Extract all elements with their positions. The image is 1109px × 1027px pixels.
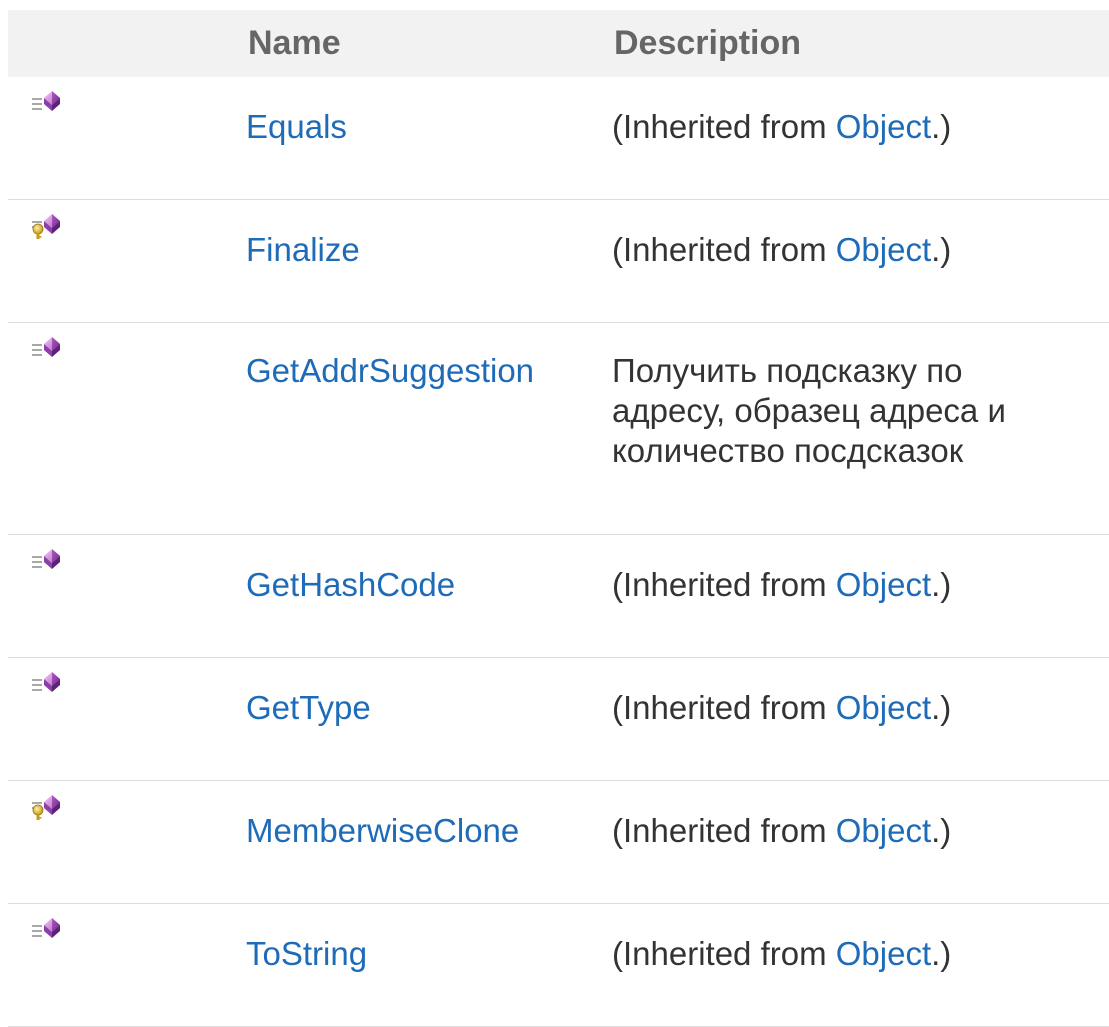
member-link-getaddrsuggestion[interactable]: GetAddrSuggestion [246,352,534,389]
member-description-cell: (Inherited from Object.) [612,535,1109,658]
member-icon-cell [8,904,246,1027]
object-link[interactable]: Object [836,689,931,726]
table-row: ToString (Inherited from Object.) [8,904,1109,1027]
description-text: (Inherited from [612,812,836,849]
member-icon-cell [8,200,246,323]
member-description-cell: (Inherited from Object.) [612,781,1109,904]
table-row: GetHashCode (Inherited from Object.) [8,535,1109,658]
object-link[interactable]: Object [836,566,931,603]
description-suffix: .) [931,935,952,972]
member-description-cell: Получить подсказку по адресу, образец ад… [612,323,1109,535]
member-name-cell: Finalize [246,200,612,323]
member-link-memberwiseclone[interactable]: MemberwiseClone [246,812,519,849]
description-text: Получить подсказку по адресу, образец ад… [612,352,1006,469]
description-suffix: .) [931,566,952,603]
members-table: Name Description Equals (Inherited from … [8,10,1109,1027]
icon-column-header [8,10,246,77]
public-method-icon [32,549,60,569]
name-column-header: Name [248,24,341,62]
member-name-cell: MemberwiseClone [246,781,612,904]
member-link-tostring[interactable]: ToString [246,935,367,972]
member-name-cell: GetHashCode [246,535,612,658]
description-suffix: .) [931,812,952,849]
member-description-cell: (Inherited from Object.) [612,658,1109,781]
description-text: (Inherited from [612,566,836,603]
object-link[interactable]: Object [836,935,931,972]
protected-method-icon [32,795,60,820]
description-text: (Inherited from [612,108,836,145]
public-method-icon [32,337,60,357]
member-link-gethashcode[interactable]: GetHashCode [246,566,455,603]
public-method-icon [32,91,60,111]
description-column-header: Description [614,24,802,62]
description-text: (Inherited from [612,689,836,726]
member-name-cell: GetType [246,658,612,781]
table-row: Finalize (Inherited from Object.) [8,200,1109,323]
member-link-gettype[interactable]: GetType [246,689,371,726]
member-name-cell: ToString [246,904,612,1027]
description-suffix: .) [931,689,952,726]
member-name-cell: GetAddrSuggestion [246,323,612,535]
table-row: GetAddrSuggestion Получить подсказку по … [8,323,1109,535]
description-text: (Inherited from [612,231,836,268]
member-icon-cell [8,658,246,781]
public-method-icon [32,918,60,938]
member-description-cell: (Inherited from Object.) [612,904,1109,1027]
member-link-finalize[interactable]: Finalize [246,231,360,268]
table-row: GetType (Inherited from Object.) [8,658,1109,781]
member-description-cell: (Inherited from Object.) [612,200,1109,323]
object-link[interactable]: Object [836,108,931,145]
protected-method-icon [32,214,60,239]
member-link-equals[interactable]: Equals [246,108,347,145]
member-icon-cell [8,781,246,904]
member-description-cell: (Inherited from Object.) [612,77,1109,200]
description-suffix: .) [931,108,952,145]
member-name-cell: Equals [246,77,612,200]
table-row: Equals (Inherited from Object.) [8,77,1109,200]
member-icon-cell [8,535,246,658]
table-header-row: Name Description [8,10,1109,77]
member-icon-cell [8,323,246,535]
object-link[interactable]: Object [836,812,931,849]
description-suffix: .) [931,231,952,268]
table-row: MemberwiseClone (Inherited from Object.) [8,781,1109,904]
public-method-icon [32,672,60,692]
member-icon-cell [8,77,246,200]
description-text: (Inherited from [612,935,836,972]
object-link[interactable]: Object [836,231,931,268]
